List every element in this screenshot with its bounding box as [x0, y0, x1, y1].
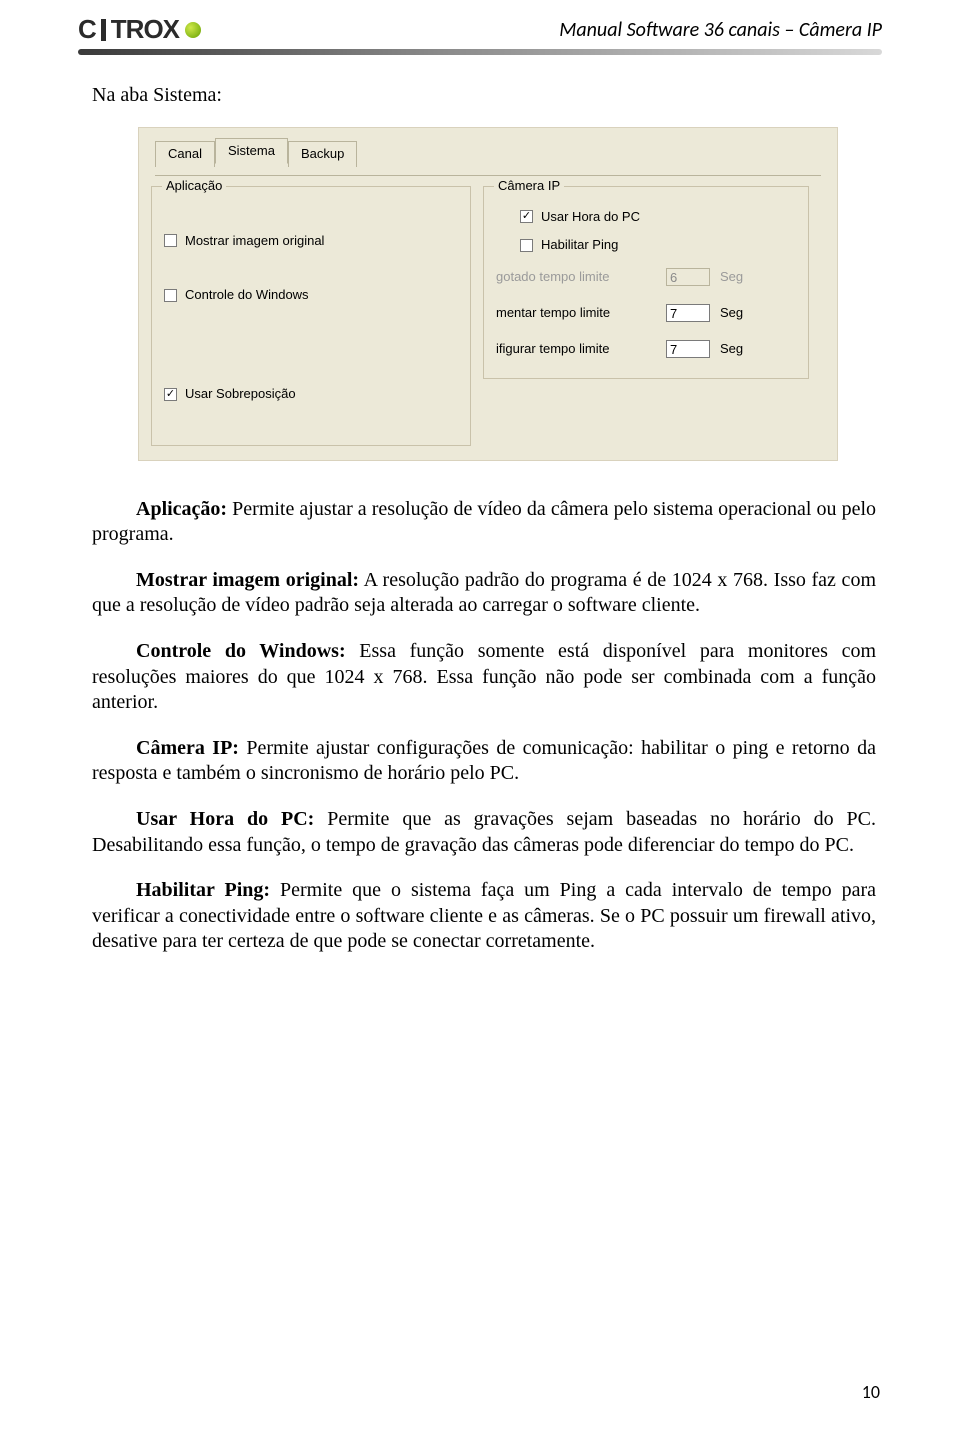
label-usar-hora-pc: Usar Hora do PC — [541, 209, 640, 226]
tabs-divider — [155, 175, 821, 176]
row-controle-windows: Controle do Windows — [164, 287, 458, 304]
para-usar-hora-bold: Usar Hora do PC: — [136, 808, 314, 830]
logo-letter-i-icon — [101, 19, 106, 41]
para-ping-bold: Habilitar Ping: — [136, 879, 270, 901]
label-mostrar-imagem: Mostrar imagem original — [185, 233, 324, 250]
unit-timeout-2: Seg — [720, 305, 750, 322]
input-timeout-2[interactable]: 7 — [666, 304, 710, 322]
checkbox-habilitar-ping[interactable] — [520, 239, 533, 252]
para-camera-ip: Câmera IP: Permite ajustar configurações… — [92, 736, 876, 787]
para-habilitar-ping: Habilitar Ping: Permite que o sistema fa… — [92, 878, 876, 955]
row-usar-hora-pc: ✓ Usar Hora do PC — [496, 209, 796, 226]
page-header: C TROX Manual Software 36 canais – Câmer… — [0, 0, 960, 45]
logo-text-right: TROX — [111, 14, 179, 45]
logo: C TROX — [78, 14, 201, 45]
row-mostrar-imagem: Mostrar imagem original — [164, 233, 458, 250]
para-mostrar-bold: Mostrar imagem original: — [136, 569, 359, 591]
unit-timeout-3: Seg — [720, 341, 750, 358]
label-habilitar-ping: Habilitar Ping — [541, 237, 618, 254]
checkbox-mostrar-imagem[interactable] — [164, 234, 177, 247]
groupbox-camera-legend: Câmera IP — [494, 178, 564, 195]
app-screenshot: Canal Sistema Backup Aplicação Mostrar i… — [138, 127, 838, 461]
checkbox-usar-sobreposicao[interactable]: ✓ — [164, 388, 177, 401]
input-timeout-1[interactable]: 6 — [666, 268, 710, 286]
label-controle-windows: Controle do Windows — [185, 287, 309, 304]
para-usar-hora: Usar Hora do PC: Permite que as gravaçõe… — [92, 807, 876, 858]
label-usar-sobreposicao: Usar Sobreposição — [185, 386, 296, 403]
para-controle-bold: Controle do Windows: — [136, 640, 346, 662]
checkbox-controle-windows[interactable] — [164, 289, 177, 302]
page-content: Na aba Sistema: Canal Sistema Backup Apl… — [0, 55, 960, 955]
tab-backup[interactable]: Backup — [288, 141, 357, 167]
row-timeout-1: gotado tempo limite 6 Seg — [496, 268, 796, 286]
row-usar-sobreposicao: ✓ Usar Sobreposição — [164, 386, 458, 403]
row-timeout-3: ifigurar tempo limite 7 Seg — [496, 340, 796, 358]
logo-dot-icon — [185, 22, 201, 38]
logo-text-left: C — [78, 14, 96, 45]
section-heading: Na aba Sistema: — [92, 83, 876, 109]
para-aplicacao: Aplicação: Permite ajustar a resolução d… — [92, 497, 876, 548]
row-timeout-2: mentar tempo limite 7 Seg — [496, 304, 796, 322]
para-camera-bold: Câmera IP: — [136, 737, 239, 759]
para-controle-windows: Controle do Windows: Essa função somente… — [92, 639, 876, 716]
page-number: 10 — [862, 1381, 880, 1403]
document-title: Manual Software 36 canais – Câmera IP — [559, 18, 882, 42]
para-mostrar-imagem: Mostrar imagem original: A resolução pad… — [92, 568, 876, 619]
label-timeout-2: mentar tempo limite — [496, 305, 656, 322]
input-timeout-3[interactable]: 7 — [666, 340, 710, 358]
label-timeout-3: ifigurar tempo limite — [496, 341, 656, 358]
groupbox-aplicacao: Aplicação Mostrar imagem original Contro… — [151, 186, 471, 446]
unit-timeout-1: Seg — [720, 269, 750, 286]
row-habilitar-ping: Habilitar Ping — [496, 237, 796, 254]
tabs-row: Canal Sistema Backup — [155, 140, 829, 166]
para-aplicacao-bold: Aplicação: — [136, 498, 227, 520]
checkbox-usar-hora-pc[interactable]: ✓ — [520, 210, 533, 223]
groupbox-camera-ip: Câmera IP ✓ Usar Hora do PC Habilitar Pi… — [483, 186, 809, 379]
label-timeout-1: gotado tempo limite — [496, 269, 656, 286]
groupbox-aplicacao-legend: Aplicação — [162, 178, 226, 195]
tab-sistema[interactable]: Sistema — [215, 138, 288, 164]
tab-canal[interactable]: Canal — [155, 141, 215, 167]
